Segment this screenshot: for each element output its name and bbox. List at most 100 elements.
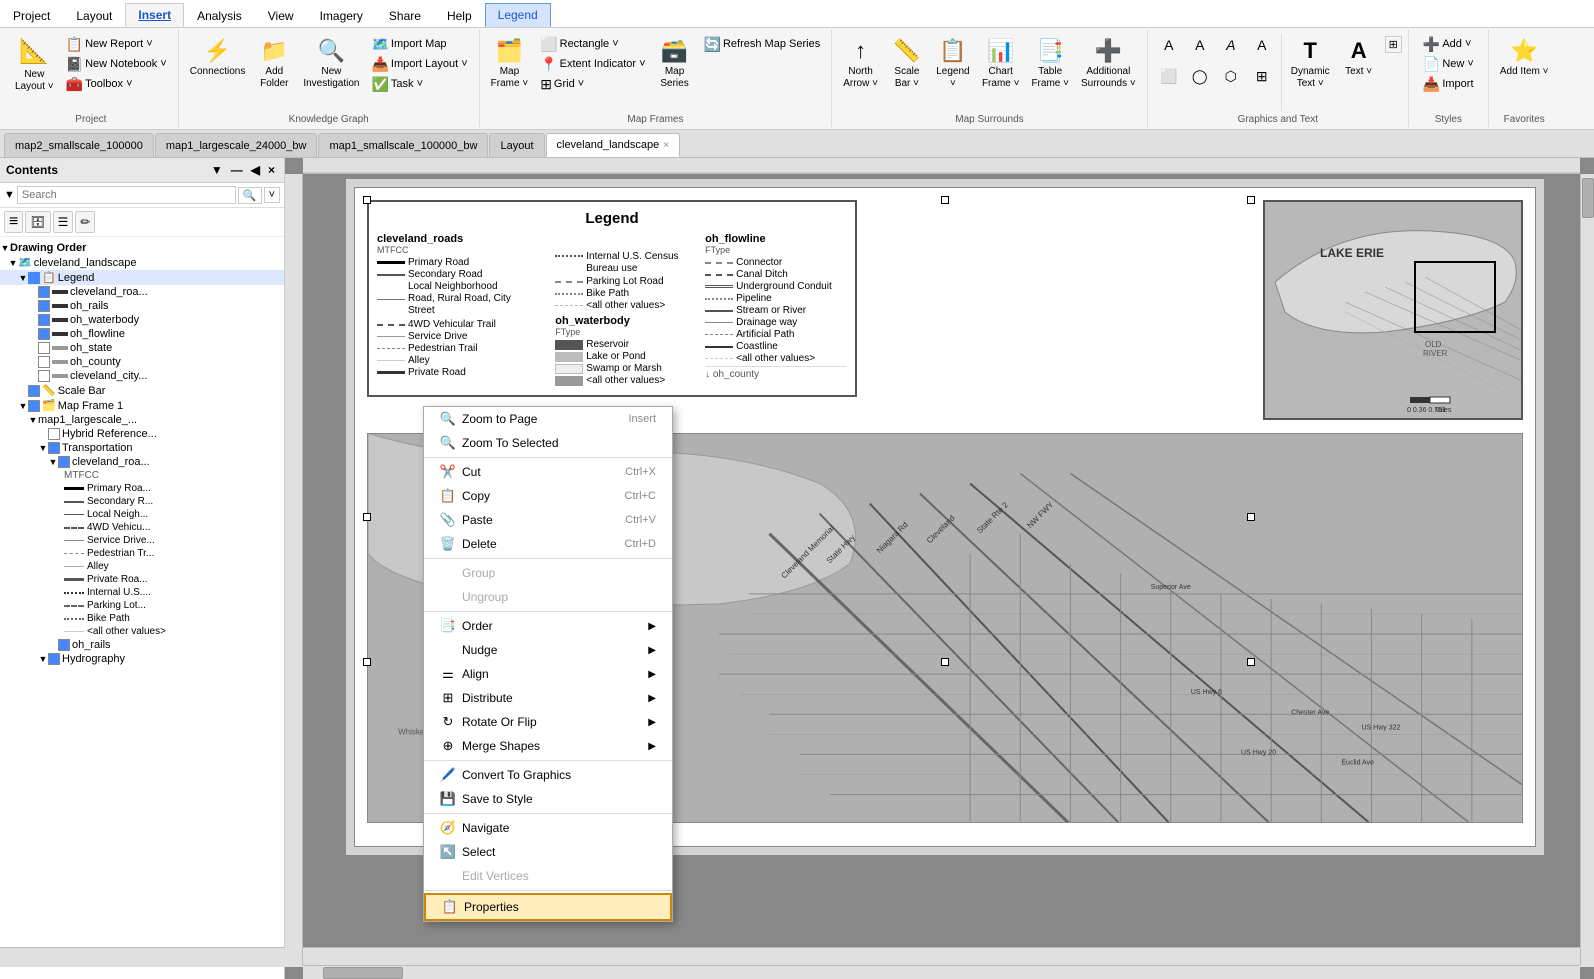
list-by-selection-btn[interactable]: ☰ (53, 211, 74, 233)
oh-county-item[interactable]: oh_county (0, 355, 284, 369)
horizontal-scrollbar[interactable] (303, 965, 1580, 979)
ml-expand[interactable]: ▼ (28, 415, 38, 425)
connections-button[interactable]: ⚡ Connections (185, 34, 251, 102)
tab-project[interactable]: Project (0, 3, 63, 27)
tab-legend[interactable]: Legend (485, 3, 551, 27)
os-checkbox[interactable] (38, 342, 50, 354)
ctx-nudge[interactable]: Nudge ▶ (424, 638, 672, 662)
oh-rails-sub-item[interactable]: oh_rails (0, 638, 284, 652)
map-frame-1-item[interactable]: ▼ 🗂️ Map Frame 1 (0, 398, 284, 413)
ctx-rotate-or-flip[interactable]: ↻ Rotate Or Flip ▶ (424, 710, 672, 734)
v-scroll-thumb[interactable] (1582, 178, 1594, 218)
new-report-button[interactable]: 📋 New Report ˅ (61, 34, 172, 54)
tr-expand[interactable]: ▼ (38, 443, 48, 453)
text-btn-4[interactable]: A (1247, 34, 1277, 64)
map-frame-button[interactable]: 🗂️ MapFrame ˅ (486, 34, 534, 102)
import-layout-button[interactable]: 📥 Import Layout ˅ (366, 54, 472, 74)
tab-analysis[interactable]: Analysis (184, 3, 255, 27)
scale-bar-item[interactable]: 📏 Scale Bar (0, 383, 284, 398)
rectangle-button[interactable]: ⬜ Rectangle ˅ (535, 34, 650, 54)
selection-handle-tr[interactable] (1247, 196, 1255, 204)
text-button[interactable]: A Text ˅ (1337, 34, 1381, 102)
cr2-expand[interactable]: ▼ (48, 457, 58, 467)
ors-checkbox[interactable] (58, 639, 70, 651)
text-btn-1[interactable]: A (1154, 34, 1184, 64)
toolbox-button[interactable]: 🧰 Toolbox ˅ (61, 74, 172, 94)
legend-checkbox[interactable] (28, 272, 40, 284)
list-by-data-source-btn[interactable]: 🗄 (25, 211, 50, 233)
ctx-zoom-to-page[interactable]: 🔍 Zoom to Page Insert (424, 407, 672, 431)
hydrography-item[interactable]: ▼ Hydrography (0, 652, 284, 666)
selection-handle-tl[interactable] (363, 196, 371, 204)
ctx-navigate[interactable]: 🧭 Navigate (424, 816, 672, 840)
task-button[interactable]: ✅ Task ˅ (366, 74, 472, 94)
vertical-scrollbar[interactable] (1580, 174, 1594, 965)
cleveland-city-item[interactable]: cleveland_city... (0, 369, 284, 383)
tr-checkbox[interactable] (48, 442, 60, 454)
table-frame-button[interactable]: 📑 TableFrame ˅ (1026, 34, 1074, 102)
selection-handle-ml[interactable] (363, 513, 371, 521)
contents-close-icon[interactable]: × (265, 162, 278, 178)
contents-filter-icon[interactable]: ▼ (208, 162, 226, 178)
tab-map1-largescale[interactable]: map1_largescale_24000_bw (155, 133, 318, 157)
cleveland-roads-2-item[interactable]: ▼ cleveland_roa... (0, 455, 284, 469)
tab-map1-smallscale[interactable]: map1_smallscale_100000_bw (318, 133, 488, 157)
import-map-button[interactable]: 🗺️ Import Map (366, 34, 472, 54)
of-checkbox[interactable] (38, 328, 50, 340)
grid-button[interactable]: ⊞ Grid ˅ (535, 74, 650, 94)
scale-bar-button[interactable]: 📏 ScaleBar ˅ (885, 34, 929, 102)
graphics-expand-button[interactable]: ⊞ (1385, 36, 1402, 53)
ctx-distribute[interactable]: ⊞ Distribute ▶ (424, 686, 672, 710)
tab-view[interactable]: View (255, 3, 307, 27)
dynamic-text-button[interactable]: T DynamicText ˅ (1286, 34, 1335, 102)
hybrid-reference-item[interactable]: Hybrid Reference... (0, 427, 284, 441)
drawing-order-expand[interactable]: ▼ (0, 243, 10, 253)
extent-indicator-button[interactable]: 📍 Extent Indicator ˅ (535, 54, 650, 74)
close-tab-icon[interactable]: × (663, 140, 669, 151)
tab-layout[interactable]: Layout (63, 3, 125, 27)
mf1-expand[interactable]: ▼ (18, 401, 28, 411)
search-button[interactable]: 🔍 (238, 187, 262, 204)
add-folder-button[interactable]: 📁 AddFolder (252, 34, 296, 102)
legend-layer-item[interactable]: ▼ 📋 Legend (0, 270, 284, 285)
new-style-button[interactable]: 📄 New ˅ (1418, 54, 1479, 74)
tab-share[interactable]: Share (376, 3, 434, 27)
ctx-align[interactable]: ⚌ Align ▶ (424, 662, 672, 686)
ctx-delete[interactable]: 🗑️ Delete Ctrl+D (424, 532, 672, 556)
cr-checkbox[interactable] (38, 286, 50, 298)
ctx-save-to-style[interactable]: 💾 Save to Style (424, 787, 672, 811)
tab-cleveland-landscape[interactable]: cleveland_landscape × (546, 133, 681, 157)
or-checkbox[interactable] (38, 300, 50, 312)
tab-layout[interactable]: Layout (489, 133, 544, 157)
legend-expand[interactable]: ▼ (18, 273, 28, 283)
search-filter-icon[interactable]: ▼ (4, 189, 15, 201)
list-by-editing-btn[interactable]: ✏ (75, 211, 95, 233)
shape-btn-1[interactable]: ⬜ (1154, 65, 1184, 95)
tab-insert[interactable]: Insert (125, 3, 184, 27)
map1-largescale-item[interactable]: ▼ map1_largescale_... (0, 413, 284, 427)
north-arrow-button[interactable]: ↑ NorthArrow ˅ (838, 34, 883, 102)
contents-options-icon[interactable]: — (228, 162, 246, 178)
oh-rails-item[interactable]: oh_rails (0, 299, 284, 313)
list-by-drawing-order-btn[interactable]: ≡ (4, 211, 23, 233)
oh-flowline-item[interactable]: oh_flowline (0, 327, 284, 341)
contents-auto-hide-icon[interactable]: ◀ (248, 162, 263, 178)
selection-handle-tm[interactable] (941, 196, 949, 204)
shape-btn-3[interactable]: ⬡ (1216, 65, 1246, 95)
cleveland-expand[interactable]: ▼ (8, 258, 18, 268)
chart-frame-button[interactable]: 📊 ChartFrame ˅ (977, 34, 1025, 102)
shape-btn-4[interactable]: ⊞ (1247, 65, 1277, 95)
ctx-select[interactable]: ↖️ Select (424, 840, 672, 864)
h-scroll-thumb[interactable] (323, 967, 403, 979)
mf1-checkbox[interactable] (28, 400, 40, 412)
new-investigation-button[interactable]: 🔍 NewInvestigation (298, 34, 364, 102)
new-layout-button[interactable]: 📐 NewLayout ˅ (10, 34, 59, 102)
ctx-convert-to-graphics[interactable]: 🖊️ Convert To Graphics (424, 763, 672, 787)
add-item-button[interactable]: ⭐ Add Item ˅ (1495, 34, 1554, 102)
selection-handle-mr[interactable] (1247, 513, 1255, 521)
tab-help[interactable]: Help (434, 3, 485, 27)
cc-checkbox[interactable] (38, 370, 50, 382)
legend-button[interactable]: 📋 Legend˅ (931, 34, 975, 102)
ctx-order[interactable]: 📑 Order ▶ (424, 614, 672, 638)
selection-handle-bl[interactable] (363, 658, 371, 666)
